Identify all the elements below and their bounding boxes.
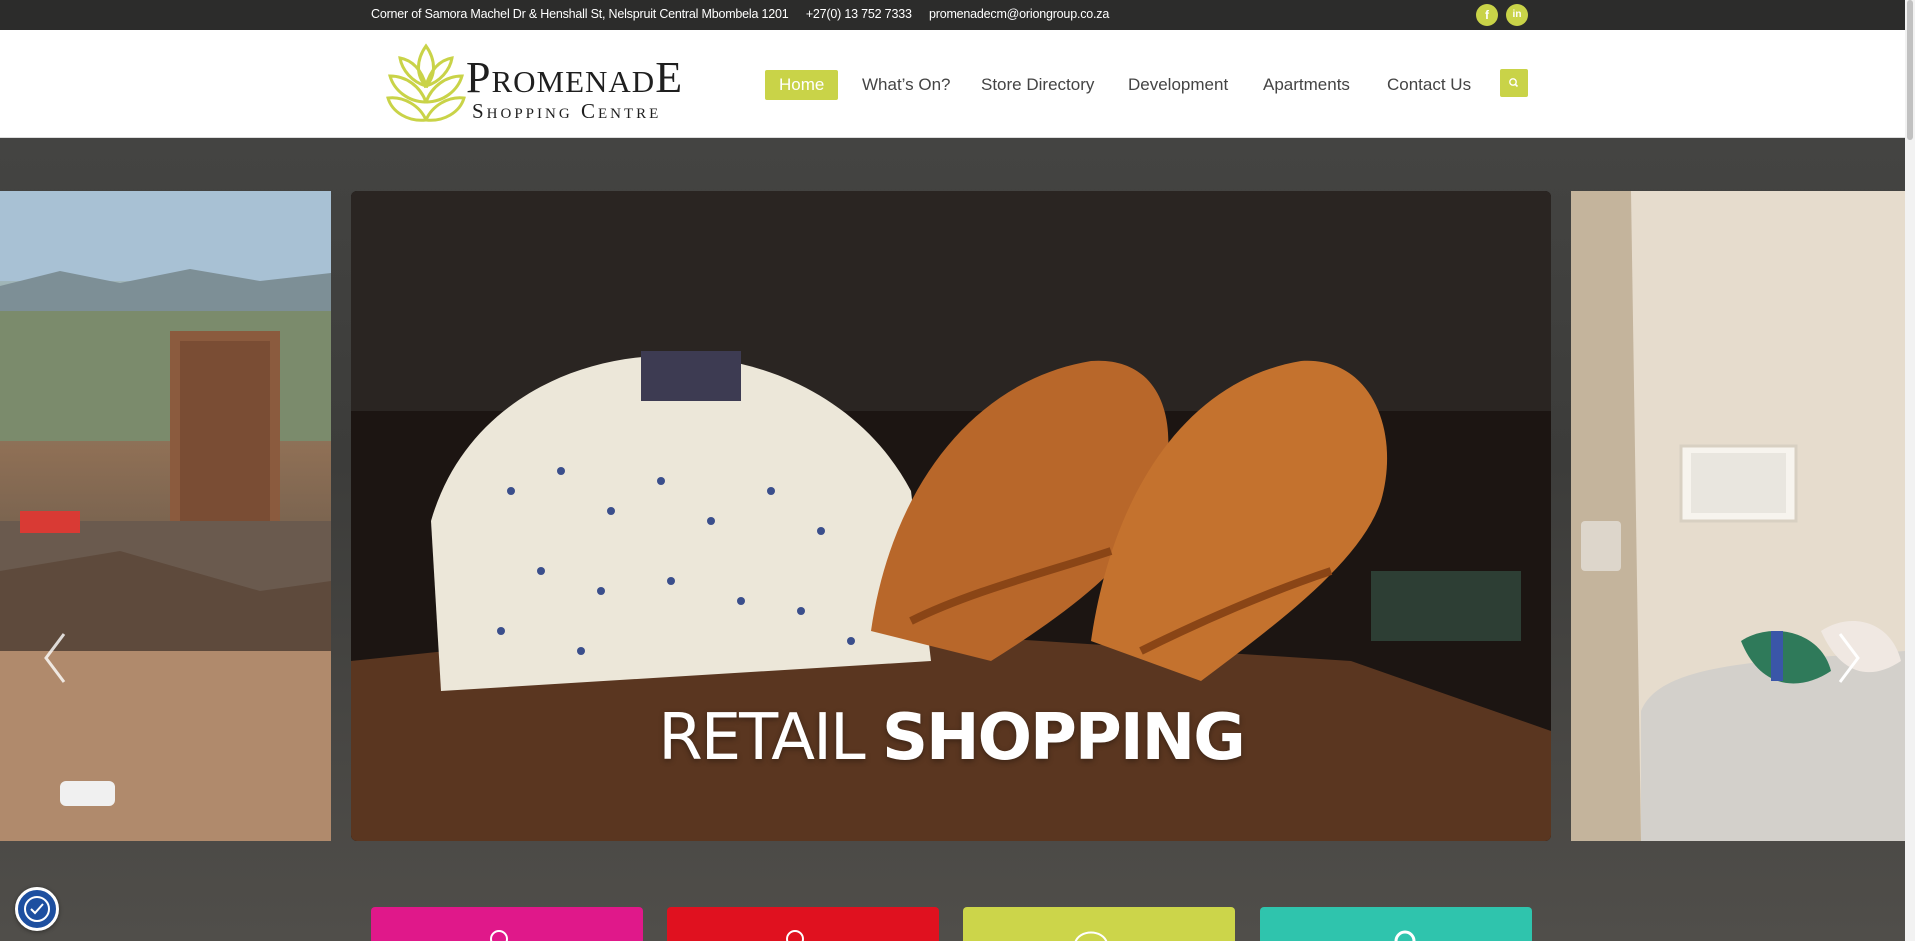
nav-home[interactable]: Home [765,70,839,100]
address-text: Corner of Samora Machel Dr & Henshall St… [371,7,789,21]
hero-slider: RETAIL SHOPPING [0,138,1905,941]
linkedin-icon[interactable]: in [1506,4,1528,26]
page-scrollbar[interactable] [1905,0,1915,941]
slide-retail-shopping[interactable]: RETAIL SHOPPING [351,191,1551,841]
nav-development[interactable]: Development [1128,70,1228,100]
tile-icon [786,930,804,941]
apartment-interior-image [1571,191,1905,841]
caption-bold: SHOPPING [881,701,1246,775]
tile-icon [490,930,508,941]
feature-tile-4[interactable] [1260,907,1532,941]
search-button[interactable] [1500,69,1528,97]
tile-icon [1074,931,1108,941]
chevron-left-icon [44,633,66,683]
site-header: PromenadE Shopping Centre Home What’s On… [0,30,1905,138]
slide-prev-city[interactable] [0,191,331,841]
email-link[interactable]: promenadecm@oriongroup.co.za [929,7,1109,21]
lotus-logo-icon [386,43,466,122]
logo-title: PromenadE [466,53,684,102]
nav-store-directory[interactable]: Store Directory [981,70,1094,100]
search-icon [1509,78,1519,88]
location-pin-icon [1394,930,1416,941]
caption-light: RETAIL [658,701,865,775]
scrollbar-thumb[interactable] [1907,0,1913,140]
accessibility-button[interactable] [15,887,59,931]
nav-whats-on[interactable]: What’s On? [862,70,951,100]
top-info-bar: Corner of Samora Machel Dr & Henshall St… [0,0,1905,30]
accessibility-icon [24,896,50,922]
phone-link[interactable]: +27(0) 13 752 7333 [806,7,912,21]
nav-contact-us[interactable]: Contact Us [1387,70,1471,100]
facebook-icon[interactable]: f [1476,4,1498,26]
feature-tile-1[interactable] [371,907,643,941]
logo-subtitle: Shopping Centre [472,99,662,123]
feature-tile-3[interactable] [963,907,1235,941]
slider-next-button[interactable] [1828,628,1868,688]
slide-caption: RETAIL SHOPPING [351,701,1551,775]
contact-info: Corner of Samora Machel Dr & Henshall St… [371,7,1123,21]
chevron-right-icon [1838,633,1860,683]
slide-next-apartments[interactable] [1571,191,1905,841]
site-logo[interactable]: PromenadE Shopping Centre [386,42,696,126]
nav-apartments[interactable]: Apartments [1263,70,1350,100]
city-view-image [0,191,331,841]
feature-tile-2[interactable] [667,907,939,941]
slider-prev-button[interactable] [36,628,76,688]
